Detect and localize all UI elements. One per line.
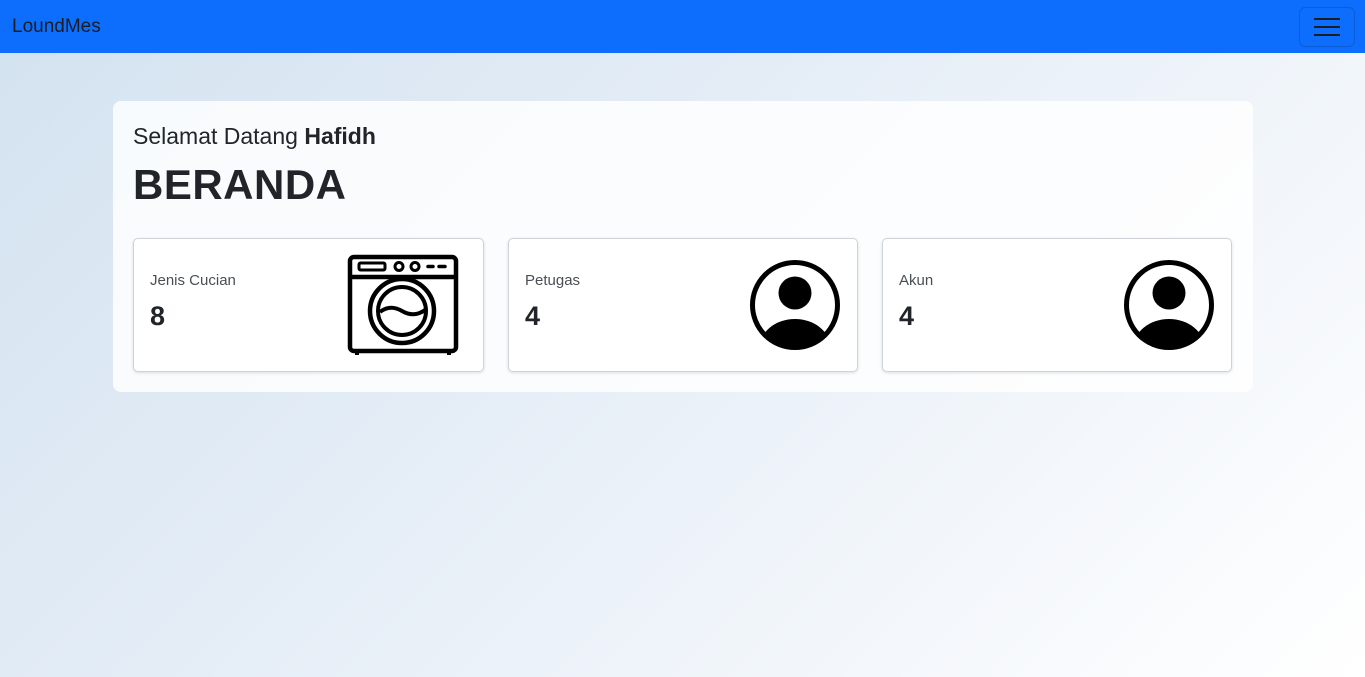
washing-machine-icon bbox=[347, 254, 459, 355]
user-circle-icon bbox=[750, 260, 840, 350]
stat-card-label: Petugas bbox=[525, 272, 581, 289]
navbar-toggler-button[interactable] bbox=[1299, 6, 1355, 47]
stat-card-value: 4 bbox=[899, 301, 915, 331]
stat-card-akun[interactable]: Akun 4 bbox=[882, 238, 1232, 372]
brand-link[interactable]: LoundMes bbox=[12, 16, 101, 38]
user-circle-icon bbox=[1124, 260, 1214, 350]
stat-card-label: Jenis Cucian bbox=[150, 272, 236, 289]
stat-card-value: 4 bbox=[525, 301, 541, 331]
dashboard-panel: Selamat Datang Hafidh BERANDA Jenis Cuci… bbox=[113, 101, 1253, 392]
welcome-username: Hafidh bbox=[304, 123, 376, 149]
stat-card-jenis-cucian[interactable]: Jenis Cucian 8 bbox=[133, 238, 484, 372]
hamburger-menu-icon bbox=[1314, 17, 1340, 36]
welcome-prefix: Selamat Datang bbox=[133, 123, 298, 149]
stat-card-label: Akun bbox=[899, 272, 934, 289]
stats-cards: Jenis Cucian 8 Petugas 4 Akun 4 bbox=[133, 238, 1232, 372]
page-title: BERANDA bbox=[133, 161, 347, 208]
welcome-text: Selamat Datang Hafidh bbox=[133, 121, 1233, 151]
stat-card-petugas[interactable]: Petugas 4 bbox=[508, 238, 858, 372]
stat-card-value: 8 bbox=[150, 301, 166, 331]
navbar: LoundMes bbox=[0, 0, 1365, 53]
